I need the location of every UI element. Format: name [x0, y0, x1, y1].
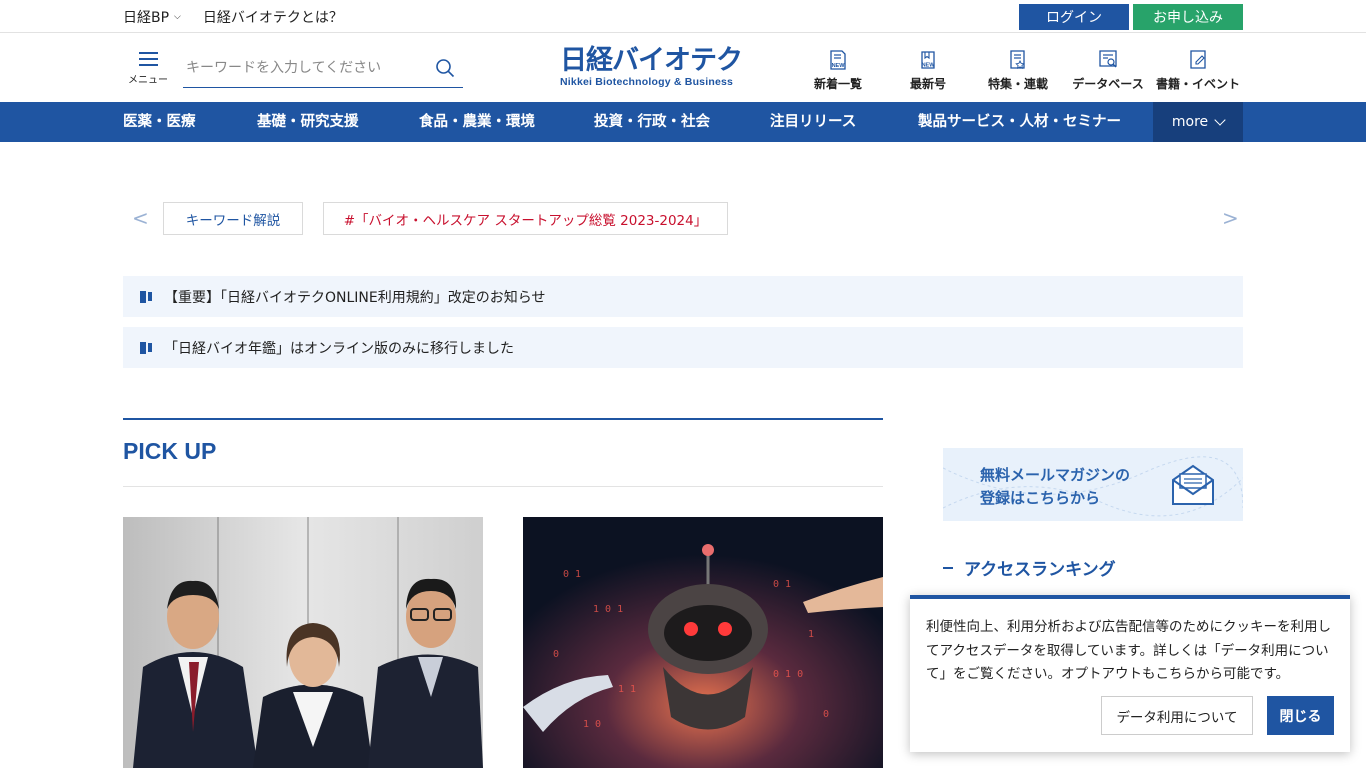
- newsletter-line1: 無料メールマガジンの: [980, 466, 1131, 484]
- cookie-banner: 利便性向上、利用分析および広告配信等のためにクッキーを利用してアクセスデータを取…: [910, 595, 1350, 752]
- svg-text:NEW: NEW: [922, 63, 936, 69]
- newsletter-banner[interactable]: 無料メールマガジンの 登録はこちらから: [943, 448, 1243, 521]
- nikkei-bp-label: 日経BP: [123, 9, 170, 26]
- nav-latest-issue-label: 最新号: [909, 77, 946, 91]
- nav-basic-research[interactable]: 基礎・研究支援: [257, 102, 359, 142]
- top-bar: 日経BP ⌵ 日経バイオテクとは？ ログイン お申し込み: [0, 0, 1366, 33]
- site-header: メニュー 日経バイオテク Nikkei Biotechnology & Busi…: [0, 34, 1366, 102]
- nav-invest-admin[interactable]: 投資・行政・社会: [594, 102, 710, 142]
- pickup-title: PICK UP: [123, 438, 217, 464]
- svg-text:1 1: 1 1: [618, 684, 636, 695]
- svg-text:NEW: NEW: [832, 63, 846, 69]
- access-ranking-header: アクセスランキング: [943, 555, 1116, 580]
- nav-products-services[interactable]: 製品サービス・人材・セミナー: [918, 102, 1121, 142]
- envelope-icon: [1172, 464, 1214, 505]
- search-icon[interactable]: [435, 58, 455, 78]
- access-ranking-title: アクセスランキング: [964, 560, 1116, 580]
- nav-database[interactable]: データベース: [1070, 49, 1146, 92]
- nav-database-label: データベース: [1072, 77, 1144, 91]
- svg-text:0 1: 0 1: [563, 569, 581, 580]
- flag-icon: [140, 341, 152, 354]
- nikkei-bp-menu[interactable]: 日経BP ⌵: [123, 7, 181, 27]
- nav-medicine[interactable]: 医薬・医療: [123, 102, 196, 142]
- nav-more-button[interactable]: more: [1153, 102, 1243, 142]
- nav-more-label: more: [1171, 114, 1209, 130]
- site-logo[interactable]: 日経バイオテク Nikkei Biotechnology & Business: [560, 45, 746, 89]
- pickup-article-image[interactable]: 0 1 1 0 1 0 1 1 0 1 1 0 1 0 1 0 0: [523, 517, 883, 768]
- robot-ai-photo: 0 1 1 0 1 0 1 1 0 1 1 0 1 0 1 0 0: [523, 517, 883, 768]
- login-button[interactable]: ログイン: [1019, 3, 1129, 30]
- nav-feature[interactable]: 特集・連載: [985, 49, 1051, 92]
- menu-label: メニュー: [128, 75, 168, 86]
- menu-button[interactable]: メニュー: [127, 52, 169, 86]
- apply-button[interactable]: お申し込み: [1133, 3, 1243, 30]
- keyword-next-arrow[interactable]: >: [1222, 206, 1239, 230]
- pickup-rule: [123, 418, 883, 420]
- svg-text:0: 0: [823, 709, 829, 720]
- pickup-article-image[interactable]: [123, 517, 483, 768]
- ranking-dash: [943, 566, 953, 569]
- chevron-down-icon: ⌵: [174, 11, 181, 22]
- chevron-down-icon: [1214, 114, 1226, 126]
- svg-text:1: 1: [808, 629, 814, 640]
- nav-new-list-label: 新着一覧: [813, 77, 862, 91]
- new-list-icon: NEW: [830, 50, 846, 70]
- nav-books-events-label: 書籍・イベント: [1155, 77, 1240, 91]
- hamburger-icon: [138, 52, 158, 67]
- data-usage-button[interactable]: データ利用について: [1101, 696, 1253, 735]
- cookie-message: 利便性向上、利用分析および広告配信等のためにクッキーを利用してアクセスデータを取…: [926, 619, 1331, 682]
- close-button[interactable]: 閉じる: [1267, 696, 1334, 735]
- svg-text:1 0: 1 0: [583, 719, 601, 730]
- flag-icon: [140, 290, 152, 303]
- notice-item[interactable]: 【重要】「日経バイオテクONLINE利用規約」改定のお知らせ: [123, 276, 1243, 317]
- database-icon: [1099, 50, 1117, 68]
- nav-books-events[interactable]: 書籍・イベント: [1154, 49, 1242, 92]
- newsletter-line2: 登録はこちらから: [980, 489, 1101, 507]
- notice-text: 【重要】「日経バイオテクONLINE利用規約」改定のお知らせ: [164, 289, 546, 306]
- nav-food-agri-env[interactable]: 食品・農業・環境: [419, 102, 535, 142]
- nav-new-list[interactable]: NEW 新着一覧: [813, 49, 863, 92]
- svg-text:0 1: 0 1: [773, 579, 791, 590]
- category-nav: 医薬・医療 基礎・研究支援 食品・農業・環境 投資・行政・社会 注目リリース 製…: [0, 102, 1366, 142]
- svg-text:0 1 0: 0 1 0: [773, 669, 803, 680]
- notice-item[interactable]: 「日経バイオ年鑑」はオンライン版のみに移行しました: [123, 327, 1243, 368]
- search-input[interactable]: [183, 52, 423, 84]
- books-events-icon: [1190, 50, 1206, 69]
- about-link[interactable]: 日経バイオテクとは？: [203, 7, 343, 27]
- logo-japanese: 日経バイオテク: [560, 45, 743, 76]
- keyword-prev-arrow[interactable]: <: [132, 206, 149, 230]
- nav-feature-label: 特集・連載: [987, 77, 1048, 91]
- latest-issue-icon: NEW: [921, 51, 936, 69]
- pickup-divider: [123, 486, 883, 487]
- nav-latest-issue[interactable]: NEW 最新号: [904, 49, 952, 92]
- three-people-photo: [123, 517, 483, 768]
- keyword-tag[interactable]: キーワード解説: [163, 202, 303, 235]
- feature-icon: [1010, 50, 1025, 70]
- nav-featured-releases[interactable]: 注目リリース: [770, 102, 856, 142]
- keyword-tag[interactable]: #「バイオ・ヘルスケア スタートアップ総覧 2023-2024」: [323, 202, 728, 235]
- svg-text:0: 0: [553, 649, 559, 660]
- search-box: [183, 52, 463, 88]
- notice-text: 「日経バイオ年鑑」はオンライン版のみに移行しました: [164, 340, 514, 357]
- svg-text:1 0 1: 1 0 1: [593, 604, 623, 615]
- logo-english: Nikkei Biotechnology & Business: [560, 76, 734, 88]
